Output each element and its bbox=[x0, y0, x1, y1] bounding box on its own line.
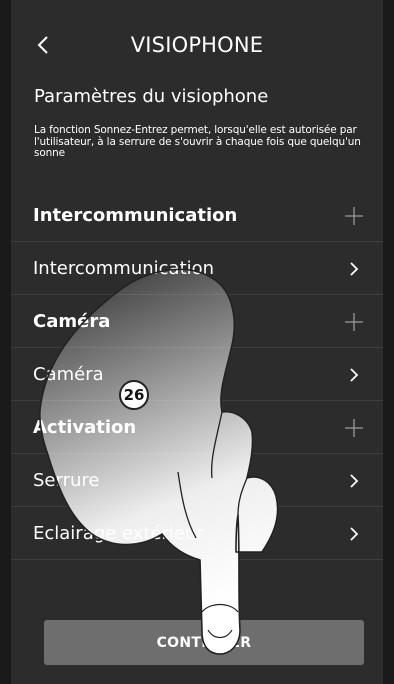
plus-icon bbox=[343, 189, 365, 242]
row-label: Eclairage extérieur bbox=[33, 522, 204, 544]
settings-list: Intercommunication Intercommunication Ca… bbox=[11, 189, 383, 560]
group-header-intercommunication[interactable]: Intercommunication bbox=[11, 189, 383, 242]
section-title: Paramètres du visiophone bbox=[34, 86, 269, 107]
row-label: Serrure bbox=[33, 469, 100, 491]
plus-icon bbox=[343, 401, 365, 454]
continue-button[interactable]: CONTINUER bbox=[44, 620, 364, 665]
chevron-right-icon bbox=[343, 454, 365, 507]
group-header-camera[interactable]: Caméra bbox=[11, 295, 383, 348]
back-button[interactable] bbox=[29, 28, 57, 62]
visiophone-settings-screen: VISIOPHONE Paramètres du visiophone La f… bbox=[11, 0, 383, 684]
row-label: Activation bbox=[33, 416, 137, 438]
chevron-right-icon bbox=[343, 348, 365, 401]
chevron-right-icon bbox=[343, 242, 365, 295]
page-title: VISIOPHONE bbox=[130, 33, 264, 57]
row-eclairage-exterieur[interactable]: Eclairage extérieur bbox=[11, 507, 383, 560]
step-number-badge: 26 bbox=[119, 380, 149, 410]
section-description: La fonction Sonnez-Entrez permet, lorsqu… bbox=[34, 124, 361, 159]
row-camera[interactable]: Caméra bbox=[11, 348, 383, 401]
row-label: Caméra bbox=[33, 310, 111, 332]
row-serrure[interactable]: Serrure bbox=[11, 454, 383, 507]
row-label: Intercommunication bbox=[33, 204, 238, 226]
plus-icon bbox=[343, 295, 365, 348]
row-label: Intercommunication bbox=[33, 257, 215, 279]
header: VISIOPHONE bbox=[11, 28, 383, 62]
chevron-right-icon bbox=[343, 507, 365, 560]
group-header-activation[interactable]: Activation bbox=[11, 401, 383, 454]
row-label: Caméra bbox=[33, 363, 104, 385]
row-intercommunication[interactable]: Intercommunication bbox=[11, 242, 383, 295]
chevron-left-icon bbox=[37, 36, 48, 54]
